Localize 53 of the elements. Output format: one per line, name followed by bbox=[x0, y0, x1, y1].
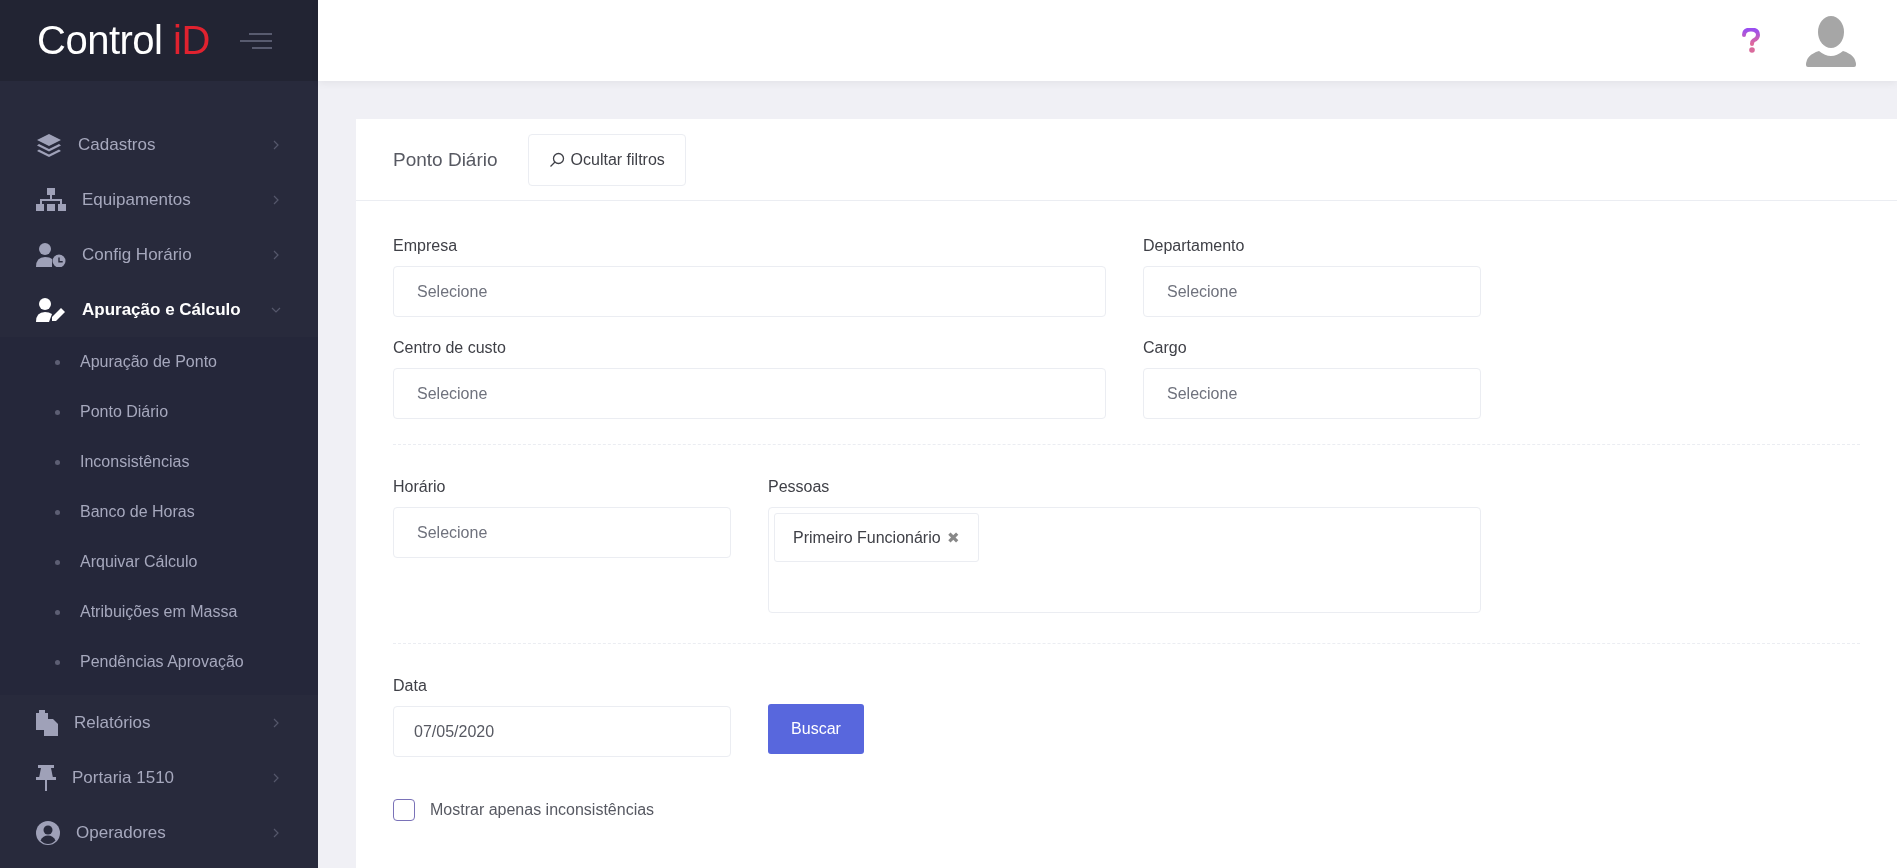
select-field[interactable]: Selecione bbox=[393, 368, 1106, 419]
avatar-icon[interactable] bbox=[1805, 14, 1857, 67]
layers-icon bbox=[36, 132, 62, 157]
field-label: Empresa bbox=[393, 237, 459, 255]
checkbox[interactable] bbox=[393, 799, 415, 821]
search-icon bbox=[548, 151, 565, 168]
sidebar-item[interactable]: Portaria 1510 bbox=[0, 750, 318, 805]
search-button[interactable]: Buscar bbox=[768, 704, 864, 754]
help-icon[interactable] bbox=[1742, 27, 1760, 54]
field-label: Horário bbox=[393, 478, 447, 496]
submenu-item[interactable]: Arquivar Cálculo bbox=[0, 537, 318, 587]
user-edit-icon bbox=[36, 297, 66, 322]
sidebar-item[interactable]: Config Horário bbox=[0, 227, 318, 282]
select-field[interactable]: Selecione bbox=[1143, 368, 1481, 419]
card-title: Ponto Diário bbox=[393, 148, 498, 171]
submenu-item[interactable]: Ponto Diário bbox=[0, 387, 318, 437]
sidebar-item[interactable]: Equipamentos bbox=[0, 172, 318, 227]
sidebar-item[interactable]: Cadastros bbox=[0, 117, 318, 172]
field-label: Cargo bbox=[1143, 339, 1188, 357]
date-field[interactable]: 07/05/2020 bbox=[393, 706, 731, 757]
pushpin-icon bbox=[36, 764, 56, 791]
sitemap-icon bbox=[36, 187, 66, 212]
field-label: Data bbox=[393, 677, 428, 695]
remove-tag-button[interactable]: ✖ bbox=[946, 528, 960, 547]
documents-icon bbox=[36, 709, 58, 736]
tag-label: Primeiro Funcionário bbox=[793, 528, 941, 547]
submenu-item[interactable]: Inconsistências bbox=[0, 437, 318, 487]
multi-select-field[interactable]: Primeiro Funcionário ✖ bbox=[768, 507, 1481, 613]
select-field[interactable]: Selecione bbox=[393, 266, 1106, 317]
user-clock-icon bbox=[36, 242, 66, 267]
logo: Control iD bbox=[37, 18, 210, 63]
chevron-right-icon bbox=[271, 194, 281, 205]
sidebar-item[interactable]: Apuração e Cálculo bbox=[0, 282, 318, 337]
hide-filters-button[interactable]: Ocultar filtros bbox=[527, 133, 686, 186]
field-label: Departamento bbox=[1143, 237, 1246, 255]
chevron-right-icon bbox=[271, 772, 281, 783]
submenu-item[interactable]: Banco de Horas bbox=[0, 487, 318, 537]
select-field[interactable]: Selecione bbox=[1143, 266, 1481, 317]
user-circle-icon bbox=[36, 820, 60, 845]
chevron-right-icon bbox=[271, 717, 281, 728]
checkbox-label: Mostrar apenas inconsistências bbox=[430, 801, 655, 819]
field-label: Centro de custo bbox=[393, 339, 507, 357]
sidebar-item[interactable]: Operadores bbox=[0, 805, 318, 860]
submenu-item[interactable]: Apuração de Ponto bbox=[0, 337, 318, 387]
submenu-item[interactable]: Pendências Aprovação bbox=[0, 637, 318, 687]
chevron-right-icon bbox=[271, 827, 281, 838]
chevron-right-icon bbox=[271, 249, 281, 260]
field-label: Pessoas bbox=[768, 478, 831, 496]
submenu-item[interactable]: Atribuições em Massa bbox=[0, 587, 318, 637]
sidebar-item[interactable]: Relatórios bbox=[0, 695, 318, 750]
select-field[interactable]: Selecione bbox=[393, 507, 731, 558]
menu-toggle-icon[interactable] bbox=[239, 32, 272, 49]
chevron-right-icon bbox=[271, 139, 281, 150]
